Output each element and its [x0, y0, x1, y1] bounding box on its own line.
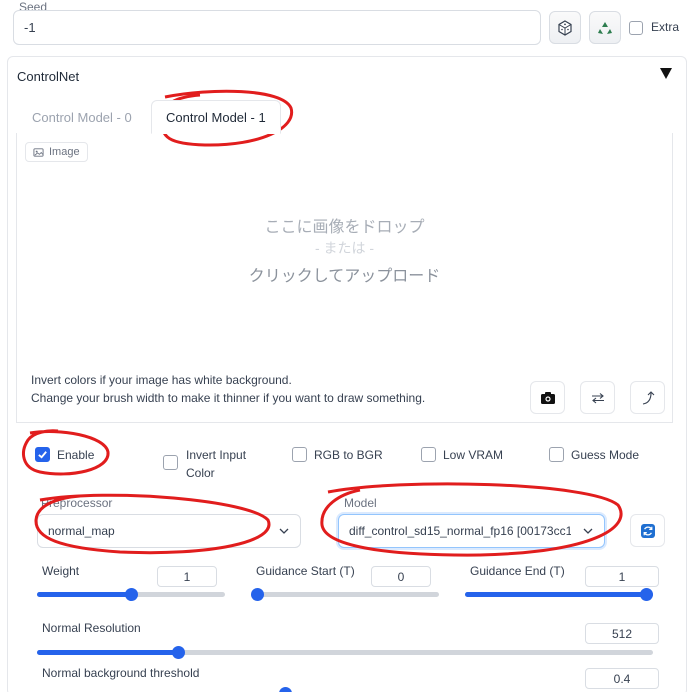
- enable-label: Enable: [57, 448, 95, 462]
- image-label: Image: [49, 146, 80, 158]
- guidance-start-number-input[interactable]: 0: [371, 566, 431, 587]
- slider-knob[interactable]: [124, 588, 138, 601]
- guess-mode-checkbox[interactable]: [549, 447, 564, 462]
- normal-bg-threshold-label: Normal background threshold: [42, 666, 200, 680]
- tab-control-model-0[interactable]: Control Model - 0: [18, 100, 146, 134]
- enable-checkbox[interactable]: [35, 447, 50, 462]
- guidance-end-label: Guidance End (T): [470, 564, 565, 578]
- preprocessor-label: Preprocessor: [41, 496, 113, 510]
- low-vram-checkbox[interactable]: [421, 447, 436, 462]
- low-vram-label: Low VRAM: [443, 448, 504, 462]
- brush-hint: Change your brush width to make it thinn…: [31, 391, 426, 405]
- seed-input[interactable]: -1: [13, 10, 541, 45]
- recycle-icon: [598, 21, 612, 34]
- normal-resolution-number-input[interactable]: 512: [585, 623, 659, 644]
- dice-icon: [558, 19, 572, 36]
- guidance-start-label: Guidance Start (T): [256, 564, 355, 578]
- slider-fill: [37, 592, 131, 597]
- drop-text-line1: ここに画像をドロップ: [264, 219, 425, 236]
- invert-hint: Invert colors if your image has white ba…: [31, 373, 292, 387]
- image-icon: [33, 147, 44, 157]
- open-camera-button[interactable]: [530, 381, 565, 414]
- model-label: Model: [344, 496, 377, 510]
- preprocessor-select[interactable]: normal_map: [37, 514, 301, 548]
- slider-knob[interactable]: [251, 588, 264, 601]
- camera-icon: [540, 391, 555, 404]
- drop-text-line2: - または -: [314, 240, 375, 256]
- tab-control-model-1[interactable]: Control Model - 1: [151, 100, 281, 134]
- slider-knob[interactable]: [640, 588, 653, 601]
- controlnet-title[interactable]: ControlNet: [17, 69, 79, 84]
- random-seed-button[interactable]: [549, 11, 581, 44]
- normal-resolution-label: Normal Resolution: [42, 621, 141, 635]
- swap-button[interactable]: [580, 381, 615, 414]
- swap-arrows-icon: [591, 392, 604, 403]
- extra-checkbox[interactable]: [629, 21, 643, 35]
- drop-text-line3: クリックしてアップロード: [248, 268, 441, 285]
- checkmark-icon: [38, 451, 47, 459]
- reuse-seed-button[interactable]: [589, 11, 621, 44]
- weight-label: Weight: [42, 564, 80, 578]
- chevron-down-icon: [583, 528, 593, 534]
- slider-fill: [37, 650, 179, 655]
- guidance-end-number-input[interactable]: 1: [585, 566, 659, 587]
- chevron-down-icon: [279, 528, 289, 534]
- invert-input-label-line1: Invert Input: [186, 448, 247, 462]
- send-dimensions-button[interactable]: [630, 381, 665, 414]
- refresh-models-button[interactable]: [630, 514, 665, 547]
- slider-fill: [465, 592, 653, 597]
- rgb-to-bgr-label: RGB to BGR: [314, 448, 383, 462]
- slider-track[interactable]: [251, 592, 439, 597]
- normal-bg-threshold-number-input[interactable]: 0.4: [585, 668, 659, 689]
- refresh-icon: [640, 523, 655, 538]
- image-label-chip: Image: [25, 142, 88, 162]
- model-select[interactable]: diff_control_sd15_normal_fp16 [00173cc1]: [338, 514, 605, 548]
- weight-number-input[interactable]: 1: [157, 566, 217, 587]
- rgb-to-bgr-checkbox[interactable]: [292, 447, 307, 462]
- invert-input-color-checkbox[interactable]: [163, 455, 178, 470]
- preprocessor-value: normal_map: [48, 524, 115, 538]
- model-value: diff_control_sd15_normal_fp16 [00173cc1]: [349, 524, 571, 538]
- collapse-caret-icon[interactable]: [660, 68, 672, 79]
- guess-mode-label: Guess Mode: [571, 448, 640, 462]
- curved-arrow-icon: [642, 390, 654, 405]
- extra-label: Extra: [651, 20, 680, 34]
- invert-input-label-line2: Color: [186, 466, 215, 480]
